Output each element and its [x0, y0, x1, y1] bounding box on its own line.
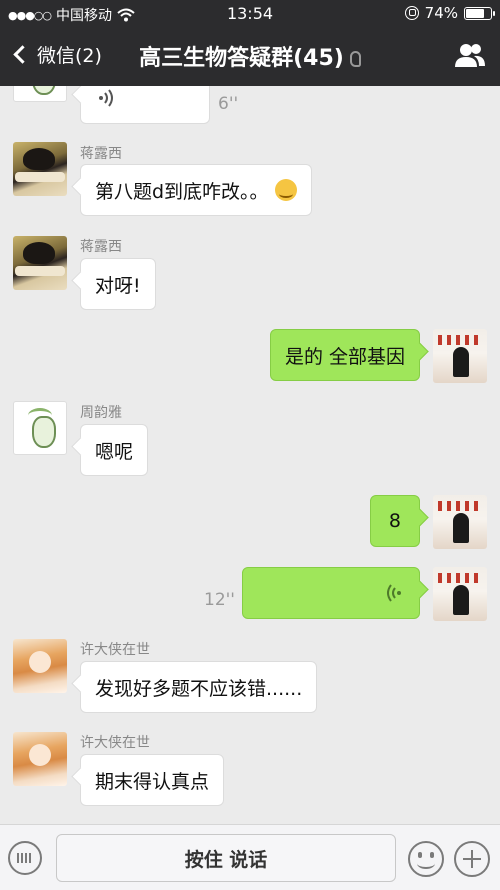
sender-name: 蒋露西: [80, 146, 122, 162]
battery-icon: [464, 6, 495, 20]
text-message-bubble[interactable]: 对呀!: [80, 258, 156, 310]
nav-bar: 微信(2) 高三生物答疑群(45): [0, 28, 500, 86]
voice-message-bubble[interactable]: [242, 567, 420, 619]
voice-wave-icon: [387, 584, 401, 602]
sender-name: 许大侠在世: [80, 735, 150, 751]
top-bar: ●●●○○ 中国移动 13:54 74% 微信(2) 高三生物答疑群(45): [0, 0, 500, 86]
text-message-bubble[interactable]: 嗯呢: [80, 424, 149, 476]
battery-percent: 74%: [424, 4, 458, 22]
avatar[interactable]: [13, 732, 67, 786]
text-message-bubble[interactable]: 发现好多题不应该错......: [80, 661, 318, 713]
group-members-icon[interactable]: [454, 42, 486, 68]
hold-to-talk-button[interactable]: 按住 说话: [56, 834, 396, 882]
sweat-laugh-icon: [274, 179, 297, 201]
message-text: 嗯呢: [95, 440, 134, 463]
rotation-lock-icon: [404, 6, 419, 20]
avatar[interactable]: [13, 401, 67, 455]
mute-icon: [349, 51, 361, 67]
message-text: 第八题d到底咋改。。: [95, 180, 269, 203]
avatar[interactable]: [13, 236, 67, 290]
text-message-bubble[interactable]: 第八题d到底咋改。。: [80, 164, 312, 216]
avatar[interactable]: [433, 495, 487, 549]
chat-title-text: 高三生物答疑群(45): [139, 46, 344, 71]
message-text: 是的 全部基因: [284, 345, 405, 368]
avatar[interactable]: [433, 567, 487, 621]
avatar[interactable]: [13, 142, 67, 196]
emoji-icon[interactable]: [408, 841, 444, 877]
sender-name: 许大侠在世: [80, 642, 150, 658]
message-text: 发现好多题不应该错......: [95, 677, 303, 700]
chat-title: 高三生物答疑群(45): [0, 40, 500, 72]
avatar[interactable]: [433, 329, 487, 383]
input-bar: 按住 说话: [0, 824, 500, 890]
avatar[interactable]: [13, 639, 67, 693]
plus-icon[interactable]: [454, 841, 490, 877]
text-message-bubble[interactable]: 期末得认真点: [80, 754, 225, 806]
sender-name: 周韵雅: [80, 405, 122, 421]
voice-wave-icon: [99, 89, 113, 107]
avatar[interactable]: [13, 86, 67, 102]
voice-duration: 12'': [204, 590, 235, 610]
message-text: 对呀!: [95, 274, 141, 297]
keyboard-toggle-icon[interactable]: [8, 841, 42, 875]
chat-area[interactable]: 6'' 蒋露西 第八题d到底咋改。。 蒋露西 对呀! 是的 全部基因 周韵雅 嗯…: [0, 86, 500, 824]
voice-message-bubble[interactable]: [80, 86, 210, 124]
message-text: 期末得认真点: [95, 770, 210, 793]
sender-name: 蒋露西: [80, 239, 122, 255]
status-bar: ●●●○○ 中国移动 13:54 74%: [0, 0, 500, 28]
voice-duration: 6'': [218, 94, 239, 114]
message-text: 8: [388, 510, 401, 532]
text-message-bubble[interactable]: 8: [369, 495, 420, 547]
text-message-bubble[interactable]: 是的 全部基因: [269, 329, 420, 381]
